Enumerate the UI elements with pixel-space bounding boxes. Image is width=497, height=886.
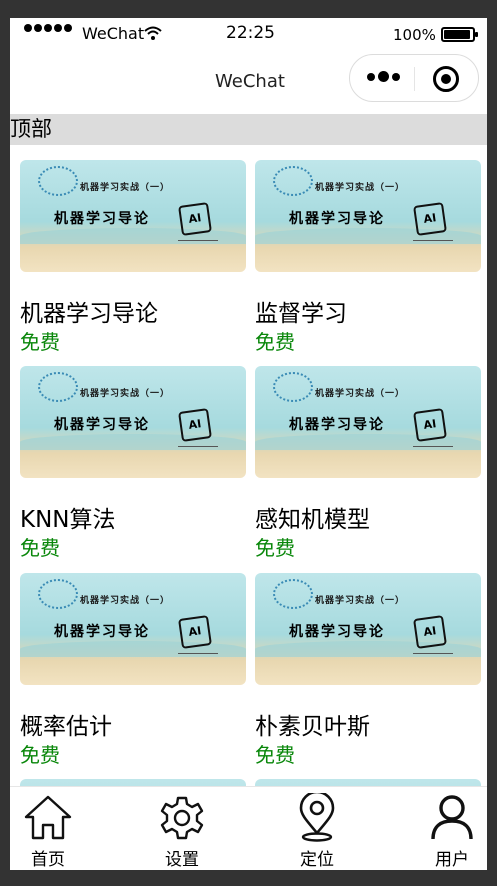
thumbnail-title: 机器学习导论 <box>54 624 150 640</box>
brain-icon <box>273 579 313 609</box>
course-price: 免费 <box>255 743 295 767</box>
thumbnail-subtitle: 机器学习实战（一） <box>315 596 406 606</box>
thumbnail-subtitle: 机器学习实战（一） <box>80 183 171 193</box>
course-price: 免费 <box>255 536 295 560</box>
course-title: 概率估计 <box>20 714 112 740</box>
ai-badge-icon: AI <box>178 408 212 442</box>
tab-bar: 首页 设置 定位 用户 <box>10 786 487 870</box>
course-price: 免费 <box>20 743 60 767</box>
tab-label: 用户 <box>435 850 469 870</box>
course-price: 免费 <box>20 536 60 560</box>
course-thumbnail <box>255 779 481 786</box>
user-icon <box>431 795 473 840</box>
ai-badge-icon: AI <box>413 202 447 236</box>
tab-location[interactable]: 定位 <box>277 787 357 870</box>
course-card[interactable]: 机器学习实战（一） 机器学习导论 AI 机器学习导论 免费 <box>20 160 246 354</box>
thumbnail-subtitle: 机器学习实战（一） <box>315 389 406 399</box>
miniprogram-capsule <box>349 54 479 102</box>
course-title: KNN算法 <box>20 507 116 533</box>
more-dots-icon[interactable] <box>367 71 403 82</box>
signal-strength-icon <box>24 24 74 32</box>
thumbnail-title: 机器学习导论 <box>289 624 385 640</box>
status-bar: WeChat 22:25 100% <box>10 18 487 50</box>
tab-label: 定位 <box>300 850 334 870</box>
course-card[interactable]: 机器学习实战（一） 机器学习导论 AI 朴素贝叶斯 免费 <box>255 573 481 767</box>
navigation-bar: WeChat <box>10 50 487 114</box>
ai-badge-icon: AI <box>178 615 212 649</box>
tab-label: 设置 <box>165 850 199 870</box>
ai-badge-icon: AI <box>413 408 447 442</box>
tab-label: 首页 <box>31 850 65 870</box>
brain-icon <box>273 166 313 196</box>
carrier-name: WeChat <box>82 24 145 43</box>
thumbnail-title: 机器学习导论 <box>54 417 150 433</box>
tab-user[interactable]: 用户 <box>412 787 487 870</box>
ai-badge-icon: AI <box>413 615 447 649</box>
wifi-icon <box>144 26 162 40</box>
course-card[interactable]: 机器学习实战（一） 机器学习导论 AI KNN算法 免费 <box>20 366 246 560</box>
tab-settings[interactable]: 设置 <box>142 787 222 870</box>
ai-badge-icon: AI <box>178 202 212 236</box>
course-thumbnail: 机器学习实战（一） 机器学习导论 AI <box>20 573 246 685</box>
battery-icon <box>441 27 478 42</box>
course-card[interactable]: 机器学习实战（一） 机器学习导论 AI 监督学习 免费 <box>255 160 481 354</box>
thumbnail-subtitle: 机器学习实战（一） <box>80 596 171 606</box>
thumbnail-title: 机器学习导论 <box>54 211 150 227</box>
phone-screen: WeChat 22:25 100% WeChat 顶部 机器学习实战（一） 机器… <box>10 18 487 870</box>
course-card[interactable]: 机器学习实战（一） 机器学习导论 AI 感知机模型 免费 <box>255 366 481 560</box>
course-thumbnail: 机器学习实战（一） 机器学习导论 AI <box>20 160 246 272</box>
miniprogram-target-icon[interactable] <box>433 66 459 92</box>
capsule-divider <box>414 67 415 91</box>
tab-home[interactable]: 首页 <box>10 787 88 870</box>
course-grid: 机器学习实战（一） 机器学习导论 AI 机器学习导论 免费 机器学习实战（一） … <box>10 145 487 786</box>
course-card[interactable] <box>255 779 481 786</box>
course-thumbnail: 机器学习实战（一） 机器学习导论 AI <box>255 573 481 685</box>
course-title: 机器学习导论 <box>20 301 158 327</box>
gear-icon <box>160 796 204 840</box>
course-card[interactable]: 机器学习实战（一） 机器学习导论 AI 概率估计 免费 <box>20 573 246 767</box>
course-thumbnail: 机器学习实战（一） 机器学习导论 AI <box>20 366 246 478</box>
brain-icon <box>38 579 78 609</box>
section-header: 顶部 <box>10 114 487 145</box>
thumbnail-subtitle: 机器学习实战（一） <box>80 389 171 399</box>
brain-icon <box>273 372 313 402</box>
status-time: 22:25 <box>226 23 275 43</box>
brain-icon <box>38 166 78 196</box>
thumbnail-title: 机器学习导论 <box>289 211 385 227</box>
course-title: 感知机模型 <box>255 507 370 533</box>
course-title: 朴素贝叶斯 <box>255 714 370 740</box>
course-thumbnail: 机器学习实战（一） 机器学习导论 AI <box>255 366 481 478</box>
course-card[interactable] <box>20 779 246 786</box>
course-price: 免费 <box>20 330 60 354</box>
home-icon <box>24 795 72 840</box>
course-price: 免费 <box>255 330 295 354</box>
battery-percentage: 100% <box>393 26 436 44</box>
location-pin-icon <box>299 793 335 842</box>
course-title: 监督学习 <box>255 301 347 327</box>
thumbnail-title: 机器学习导论 <box>289 417 385 433</box>
brain-icon <box>38 372 78 402</box>
course-thumbnail <box>20 779 246 786</box>
thumbnail-subtitle: 机器学习实战（一） <box>315 183 406 193</box>
course-thumbnail: 机器学习实战（一） 机器学习导论 AI <box>255 160 481 272</box>
